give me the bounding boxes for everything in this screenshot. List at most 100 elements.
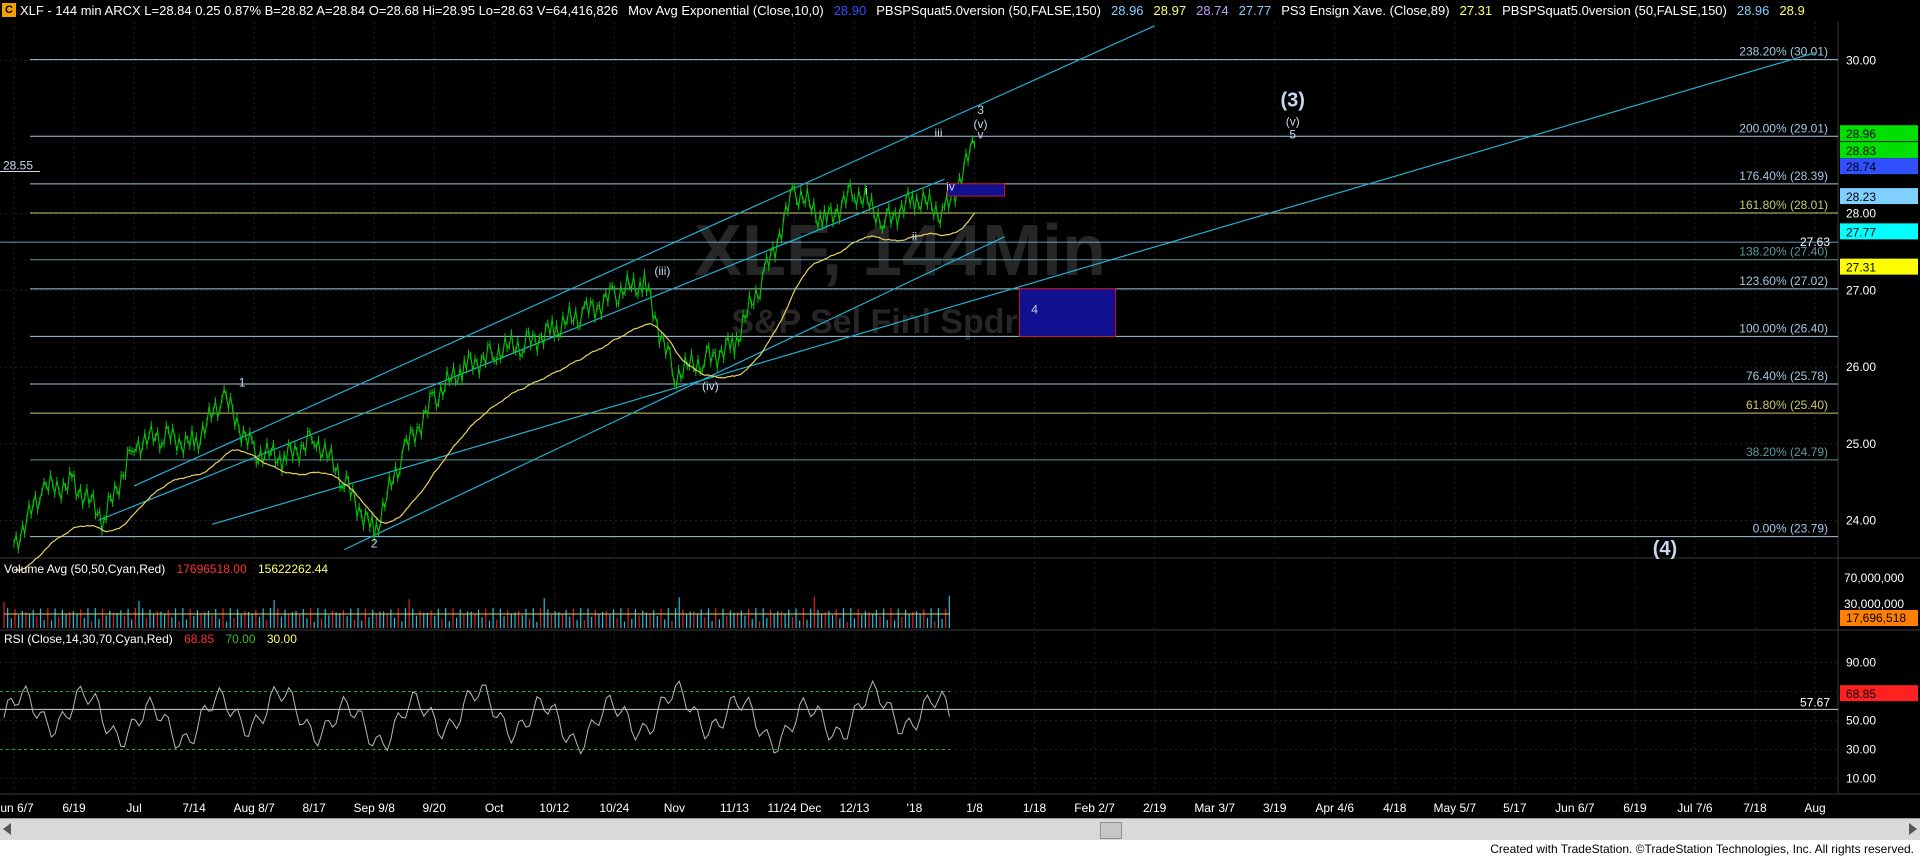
scroll-left-arrow-icon[interactable]	[3, 823, 11, 835]
fib-level-label: 238.20% (30.01)	[1739, 45, 1828, 59]
volume-label: Volume Avg (50,50,Cyan,Red)	[4, 562, 166, 576]
chart-canvas: 24.0025.0026.0027.0028.0030.00XLF, 144Mi…	[0, 0, 1920, 858]
x-tick-label: Jul	[126, 801, 141, 815]
wave-label: (v)	[1286, 115, 1300, 129]
scroll-thumb[interactable]	[1100, 822, 1122, 839]
y-tick-label: 30.00	[1846, 53, 1876, 67]
x-tick-label: 6/19	[62, 801, 86, 815]
y-tick-label: 26.00	[1846, 360, 1876, 374]
fib-level-label: 123.60% (27.02)	[1739, 274, 1828, 288]
wave-label: (iv)	[702, 379, 719, 393]
x-tick-label: 1/18	[1023, 801, 1047, 815]
x-tick-label: 3/19	[1263, 801, 1287, 815]
header-item: 28.90	[833, 3, 867, 18]
header-item: Mov Avg Exponential (Close,10,0)	[628, 3, 824, 18]
header-item: 28.74	[1196, 3, 1229, 18]
rsi-level-label: 57.67	[1800, 695, 1830, 709]
wave-label: i	[865, 184, 868, 198]
header-item: 28.9	[1779, 3, 1805, 18]
x-tick-label: 8/17	[302, 801, 326, 815]
x-tick-label: 5/17	[1503, 801, 1527, 815]
x-tick-label: 11/24 Dec	[768, 801, 822, 815]
rsi-value-3: 30.00	[266, 632, 297, 646]
fib-level-label: 176.40% (28.39)	[1739, 169, 1828, 183]
fib-level-label: 161.80% (28.01)	[1739, 198, 1828, 212]
wave-label: 3	[977, 103, 984, 117]
chart-header: C XLF - 144 min ARCX L=28.84 0.25 0.87% B…	[0, 0, 1920, 21]
header-item: XLF - 144 min ARCX L=28.84 0.25 0.87% B=…	[20, 3, 619, 18]
x-tick-label: Apr 4/6	[1315, 801, 1354, 815]
price-tag-label: 28.23	[1846, 190, 1876, 204]
rsi-tick-label: 30.00	[1846, 743, 1876, 757]
wave-label: v	[978, 128, 984, 142]
chart-type-icon[interactable]: C	[2, 3, 16, 17]
y-tick-label: 25.00	[1846, 437, 1876, 451]
x-tick-label: 9/20	[423, 801, 447, 815]
footer: Created with TradeStation. ©TradeStation…	[0, 840, 1920, 858]
scroll-right-arrow-icon[interactable]	[1909, 823, 1917, 835]
header-items: XLF - 144 min ARCX L=28.84 0.25 0.87% B=…	[20, 0, 1815, 21]
rsi-label: RSI (Close,14,30,70,Cyan,Red)	[4, 632, 173, 646]
header-item: 28.96	[1111, 3, 1144, 18]
header-item: PS3 Ensign Xave. (Close,89)	[1281, 3, 1450, 18]
price-tag-label: 27.31	[1846, 261, 1876, 275]
volume-tick-label: 70,000,000	[1844, 571, 1904, 585]
x-tick-label: 7/14	[182, 801, 206, 815]
price-tag-label: 28.96	[1846, 127, 1876, 141]
header-item: 28.96	[1736, 3, 1770, 18]
wave-label: (3)	[1280, 89, 1304, 111]
rsi-value-2: 70.00	[225, 632, 256, 646]
fib-level-label: 0.00% (23.79)	[1753, 522, 1828, 536]
volume-tag-label: 17,696,518	[1846, 611, 1906, 625]
fib-level-label: 100.00% (26.40)	[1739, 321, 1828, 335]
x-tick-label: '18	[907, 801, 923, 815]
fib-level-label: 61.80% (25.40)	[1746, 398, 1828, 412]
fib-level-label: 38.20% (24.79)	[1746, 445, 1828, 459]
y-tick-label: 24.00	[1846, 513, 1876, 527]
x-tick-label: Sep 9/8	[354, 801, 396, 815]
wave-label: 5	[1289, 128, 1296, 142]
x-tick-label: 12/13	[839, 801, 869, 815]
x-tick-label: Feb 2/7	[1074, 801, 1115, 815]
rsi-tag-label: 68.85	[1846, 687, 1876, 701]
iv-target-box	[947, 183, 1006, 197]
wave-label: 4	[1031, 302, 1038, 316]
price-tag-label: 28.74	[1846, 160, 1876, 174]
volume-value-1: 17696518.00	[176, 562, 247, 576]
header-item: PBSPSquat5.0version (50,FALSE,150)	[876, 3, 1101, 18]
x-tick-label: 2/19	[1143, 801, 1167, 815]
wave-label: (4)	[1653, 538, 1677, 560]
header-item: 28.97	[1153, 3, 1187, 18]
x-tick-label: 11/13	[720, 801, 749, 815]
wave-label: iv	[946, 180, 955, 194]
x-tick-label: Aug 8/7	[233, 801, 275, 815]
volume-tick-label: 30,000,000	[1844, 597, 1904, 611]
x-tick-label: 7/18	[1743, 801, 1767, 815]
x-tick-label: 4/18	[1383, 801, 1407, 815]
rsi-tick-label: 50.00	[1846, 714, 1876, 728]
header-item: 27.77	[1238, 3, 1272, 18]
y-tick-label: 27.00	[1846, 283, 1876, 297]
x-tick-label: May 5/7	[1433, 801, 1476, 815]
rsi-header: RSI (Close,14,30,70,Cyan,Red) 68.85 70.0…	[4, 632, 305, 646]
horizontal-scrollbar[interactable]	[0, 818, 1920, 841]
x-tick-label: Jun 6/7	[1555, 801, 1595, 815]
fib-level-label: 200.00% (29.01)	[1739, 121, 1828, 135]
x-tick-label: 6/19	[1623, 801, 1647, 815]
header-item: PBSPSquat5.0version (50,FALSE,150)	[1502, 3, 1727, 18]
volume-value-2: 15622262.44	[257, 562, 329, 576]
y-tick-label: 28.00	[1846, 207, 1876, 221]
x-tick-label: 10/12	[539, 801, 569, 815]
rsi-value-1: 68.85	[184, 632, 215, 646]
x-tick-label: Mar 3/7	[1194, 801, 1235, 815]
price-tag-label: 27.77	[1846, 225, 1876, 239]
chart-background	[0, 0, 1920, 858]
wave-label: 2	[371, 536, 378, 550]
rsi-tick-label: 10.00	[1846, 772, 1876, 786]
x-tick-label: Oct	[485, 801, 504, 815]
wave-label: (iii)	[654, 264, 670, 278]
left-price-marker: 28.55	[3, 159, 33, 173]
x-tick-label: Nov	[664, 801, 685, 815]
copyright-text: Created with TradeStation. ©TradeStation…	[1490, 842, 1914, 856]
wave-label: iii	[935, 126, 943, 140]
